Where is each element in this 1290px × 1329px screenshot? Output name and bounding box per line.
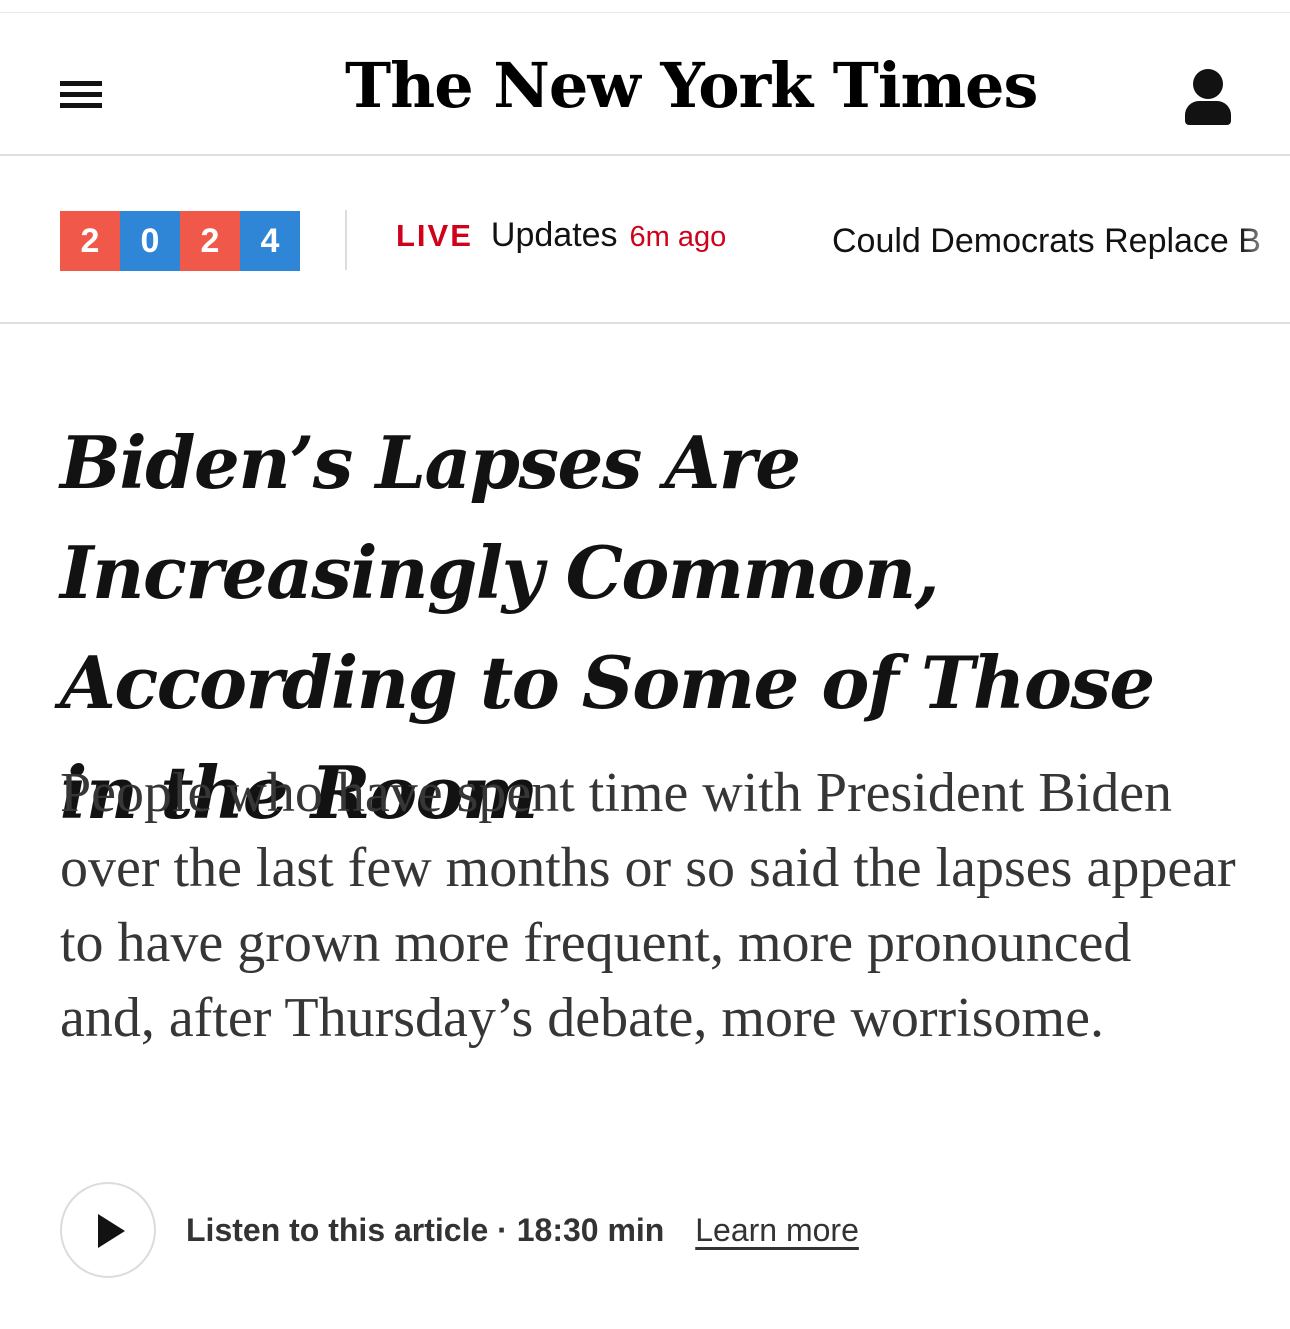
year-digit: 2: [60, 211, 120, 271]
learn-more-link[interactable]: Learn more: [695, 1212, 859, 1248]
account-body-shape: [1185, 101, 1231, 125]
live-updates-link[interactable]: LIVE Updates 6m ago: [396, 216, 726, 266]
live-label: LIVE: [396, 218, 473, 253]
menu-bar: [60, 81, 102, 86]
live-timestamp: 6m ago: [629, 221, 727, 253]
menu-bar: [60, 103, 102, 108]
ticker-fade-overlay: [1240, 156, 1290, 322]
ticker-story-link[interactable]: Could Democrats Replace B: [832, 216, 1261, 266]
nyt-logo[interactable]: The New York Times: [345, 43, 1038, 129]
live-updates-text: Updates: [490, 216, 618, 254]
year-digit: 0: [120, 211, 180, 271]
audio-info: Listen to this article · 18:30 min Learn…: [186, 1208, 859, 1252]
menu-bar: [60, 92, 102, 97]
audio-player: Listen to this article · 18:30 min Learn…: [60, 1182, 1240, 1278]
masthead: The New York Times: [0, 13, 1290, 154]
year-digit: 2: [180, 211, 240, 271]
account-head-shape: [1193, 69, 1223, 99]
year-digit: 4: [240, 211, 300, 271]
ticker-separator: [345, 210, 347, 270]
election-2024-badge[interactable]: 2 0 2 4: [60, 211, 300, 271]
ticker-divider: [0, 322, 1290, 324]
article-summary: People who have spent time with Presiden…: [60, 762, 1236, 1049]
hamburger-menu-icon[interactable]: [56, 75, 106, 115]
listen-label: Listen to this article · 18:30 min: [186, 1212, 665, 1248]
news-ticker: 2 0 2 4 LIVE Updates 6m ago Could Democr…: [0, 156, 1290, 322]
user-account-icon[interactable]: [1180, 65, 1240, 129]
play-icon: [98, 1214, 125, 1248]
play-button[interactable]: [60, 1182, 156, 1278]
